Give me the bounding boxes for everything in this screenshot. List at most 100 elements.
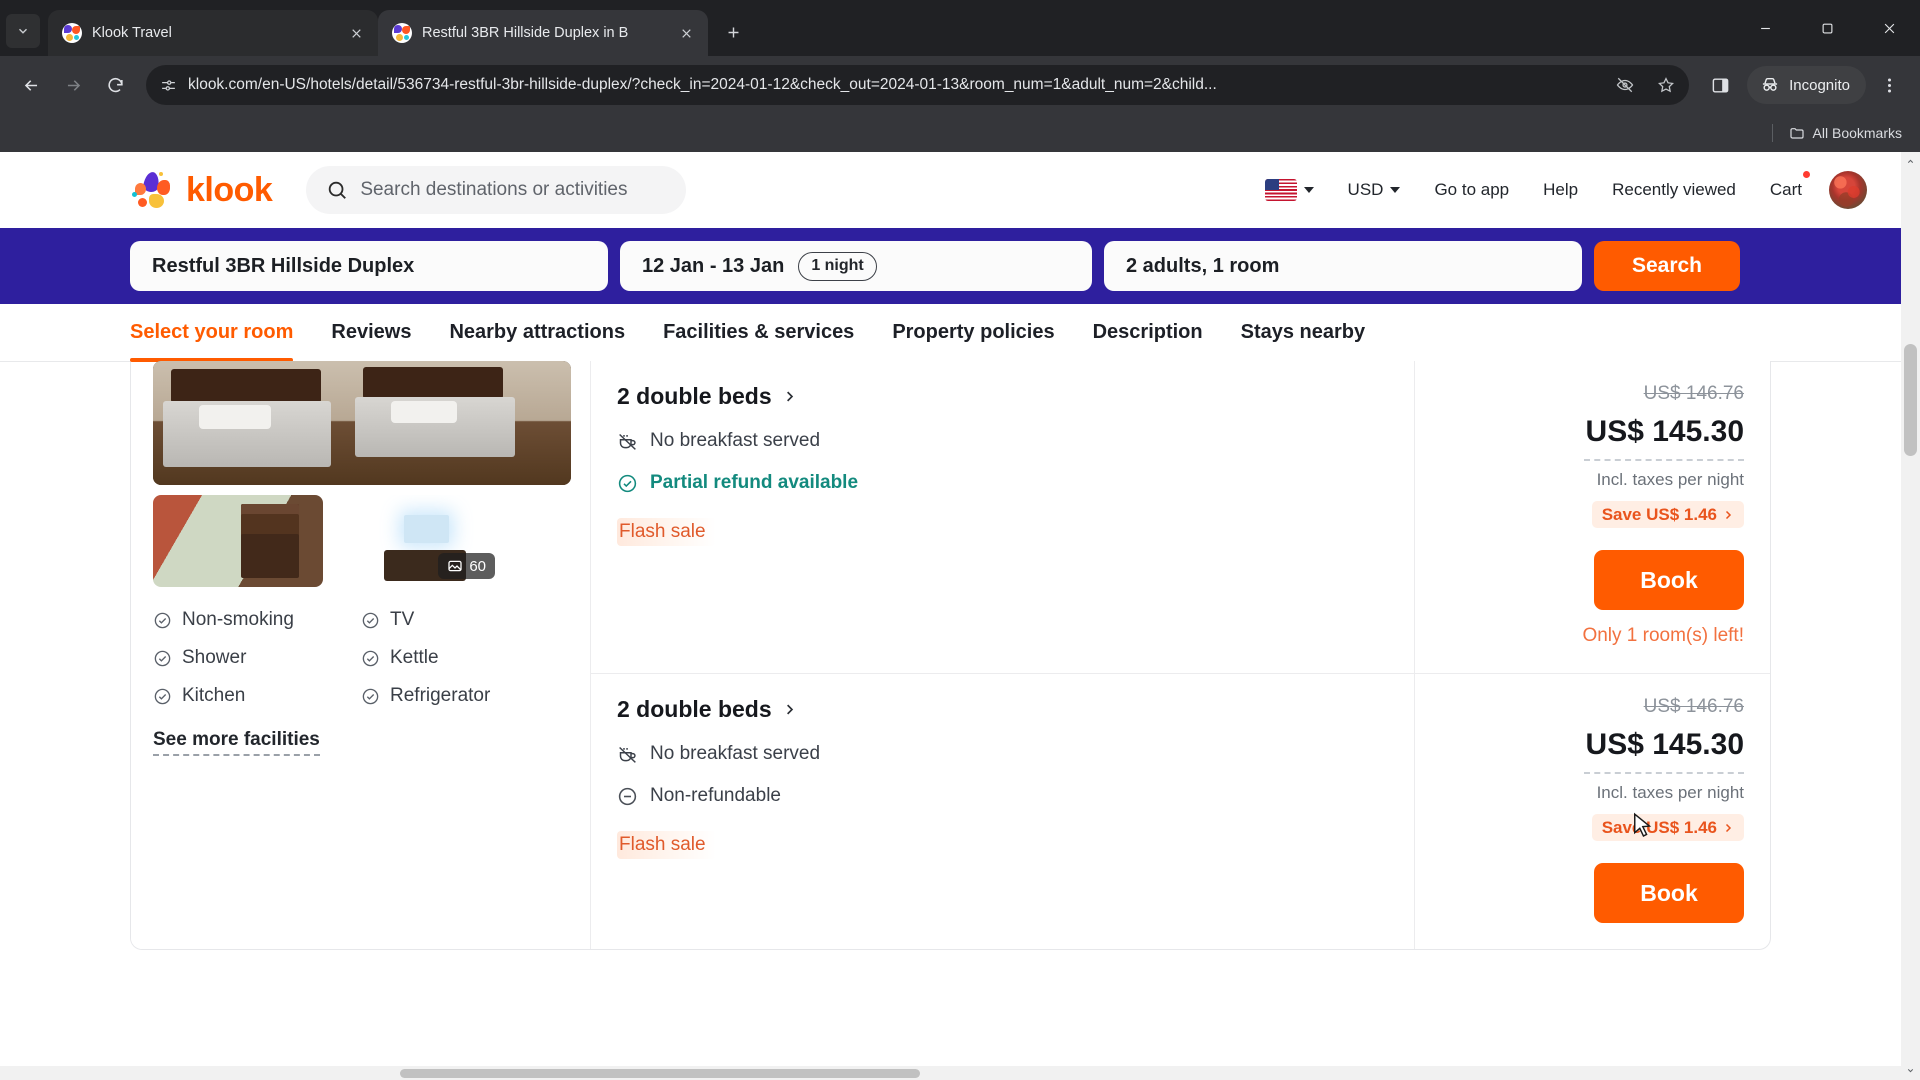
bedroom-photo bbox=[153, 361, 571, 485]
photo-icon bbox=[448, 560, 462, 572]
original-price: US$ 146.76 bbox=[1643, 383, 1744, 404]
all-bookmarks-button[interactable]: All Bookmarks bbox=[1789, 125, 1902, 141]
dates-input[interactable]: 12 Jan - 13 Jan 1 night bbox=[620, 241, 1092, 291]
go-to-app-link[interactable]: Go to app bbox=[1417, 180, 1526, 200]
save-label: Save US$ 1.46 bbox=[1601, 817, 1717, 837]
tab-reviews[interactable]: Reviews bbox=[312, 304, 430, 362]
room-card: 60 Non-smoking TV Shower Kettle Kitchen … bbox=[130, 361, 1771, 950]
window-controls bbox=[1734, 0, 1920, 56]
facility-non-smoking: Non-smoking bbox=[153, 609, 361, 631]
section-tabs: Select your room Reviews Nearby attracti… bbox=[0, 304, 1901, 362]
book-button[interactable]: Book bbox=[1594, 550, 1744, 610]
tab-search-button[interactable] bbox=[6, 14, 40, 48]
cart-link[interactable]: Cart bbox=[1753, 171, 1819, 200]
tab-title: Restful 3BR Hillside Duplex in B bbox=[422, 25, 629, 41]
check-circle-icon bbox=[618, 474, 637, 492]
address-bar[interactable]: klook.com/en-US/hotels/detail/536734-res… bbox=[146, 65, 1690, 105]
incognito-label: Incognito bbox=[1789, 76, 1850, 94]
bed-config-link[interactable]: 2 double beds bbox=[617, 696, 1388, 723]
facility-tv: TV bbox=[361, 609, 568, 631]
check-circle-icon bbox=[154, 688, 171, 704]
rate-details: 2 double beds No breakfast served bbox=[591, 361, 1414, 673]
book-button[interactable]: Book bbox=[1594, 863, 1744, 923]
url-text: klook.com/en-US/hotels/detail/536734-res… bbox=[188, 76, 1217, 93]
new-tab-button[interactable] bbox=[716, 15, 750, 49]
tab-stays-nearby[interactable]: Stays nearby bbox=[1222, 304, 1385, 362]
tab-facilities-services[interactable]: Facilities & services bbox=[644, 304, 873, 362]
refund-policy: Non-refundable bbox=[617, 785, 1388, 807]
tracking-protection-icon[interactable] bbox=[1610, 70, 1640, 100]
browser-tab-1[interactable]: Klook Travel bbox=[48, 10, 378, 56]
page-scrollbar-horizontal[interactable] bbox=[0, 1066, 1901, 1080]
minus-circle-icon bbox=[618, 787, 637, 805]
help-link[interactable]: Help bbox=[1526, 180, 1595, 200]
language-selector[interactable] bbox=[1248, 179, 1331, 201]
chevron-down-icon bbox=[1390, 187, 1401, 193]
breakfast-label: No breakfast served bbox=[650, 743, 821, 764]
scroll-down-icon[interactable] bbox=[1901, 1061, 1920, 1080]
tab-nearby-attractions[interactable]: Nearby attractions bbox=[430, 304, 644, 362]
nights-badge: 1 night bbox=[798, 251, 877, 281]
klook-logo-icon bbox=[130, 170, 176, 210]
back-icon[interactable] bbox=[12, 66, 50, 104]
forward-icon[interactable] bbox=[54, 66, 92, 104]
chevron-right-icon bbox=[786, 391, 793, 402]
divider bbox=[1584, 772, 1744, 774]
bed-config-link[interactable]: 2 double beds bbox=[617, 383, 1388, 410]
tab-property-policies[interactable]: Property policies bbox=[873, 304, 1073, 362]
scrollbar-thumb[interactable] bbox=[1904, 344, 1917, 456]
save-label: Save US$ 1.46 bbox=[1601, 504, 1717, 524]
rate-row: 2 double beds No breakfast served bbox=[591, 361, 1770, 674]
scroll-up-icon[interactable] bbox=[1901, 152, 1920, 171]
room-photo-thumb-1[interactable] bbox=[153, 495, 323, 587]
close-icon[interactable] bbox=[1858, 0, 1920, 56]
breakfast-info: No breakfast served bbox=[617, 430, 1388, 452]
bed-config-label: 2 double beds bbox=[617, 383, 772, 409]
browser-tab-2[interactable]: Restful 3BR Hillside Duplex in B bbox=[378, 10, 708, 56]
help-label: Help bbox=[1543, 180, 1579, 199]
facility-label: Refrigerator bbox=[390, 685, 491, 706]
avatar[interactable] bbox=[1829, 171, 1867, 209]
facility-label: Non-smoking bbox=[182, 609, 294, 630]
klook-logo[interactable]: klook bbox=[130, 170, 273, 210]
incognito-indicator[interactable]: Incognito bbox=[1747, 66, 1866, 104]
go-to-app-label: Go to app bbox=[1434, 180, 1510, 199]
tab-close-icon[interactable] bbox=[674, 21, 698, 45]
search-input[interactable]: Search destinations or activities bbox=[306, 166, 687, 214]
check-circle-icon bbox=[362, 650, 379, 666]
rate-pricing: US$ 146.76 US$ 145.30 Incl. taxes per ni… bbox=[1414, 361, 1770, 673]
see-more-facilities-link[interactable]: See more facilities bbox=[153, 729, 320, 756]
room-photo-thumb-2[interactable]: 60 bbox=[333, 495, 503, 587]
save-badge[interactable]: Save US$ 1.46 bbox=[1591, 814, 1744, 841]
currency-selector[interactable]: USD bbox=[1331, 180, 1418, 200]
rate-row: 2 double beds No breakfast served bbox=[591, 674, 1770, 949]
scrollbar-thumb[interactable] bbox=[400, 1069, 920, 1078]
room-photo-main[interactable] bbox=[153, 361, 571, 485]
tab-title: Klook Travel bbox=[92, 25, 172, 41]
current-price: US$ 145.30 bbox=[1585, 415, 1744, 448]
bookmark-star-icon[interactable] bbox=[1651, 70, 1681, 100]
page-scrollbar-vertical[interactable] bbox=[1901, 152, 1920, 1080]
side-panel-icon[interactable] bbox=[1701, 66, 1739, 104]
tab-close-icon[interactable] bbox=[344, 21, 368, 45]
maximize-icon[interactable] bbox=[1796, 0, 1858, 56]
all-bookmarks-label: All Bookmarks bbox=[1812, 125, 1902, 141]
tab-description[interactable]: Description bbox=[1074, 304, 1222, 362]
recently-viewed-link[interactable]: Recently viewed bbox=[1595, 180, 1753, 200]
reload-icon[interactable] bbox=[96, 66, 134, 104]
occupancy-input[interactable]: 2 adults, 1 room bbox=[1104, 241, 1582, 291]
site-settings-icon[interactable] bbox=[160, 77, 177, 94]
destination-input[interactable]: Restful 3BR Hillside Duplex bbox=[130, 241, 608, 291]
refund-label: Partial refund available bbox=[650, 472, 859, 493]
save-badge[interactable]: Save US$ 1.46 bbox=[1591, 501, 1744, 528]
current-price: US$ 145.30 bbox=[1585, 728, 1744, 761]
tab-select-your-room[interactable]: Select your room bbox=[130, 304, 312, 362]
minimize-icon[interactable] bbox=[1734, 0, 1796, 56]
photo-count-label: 60 bbox=[469, 557, 486, 575]
chrome-menu-icon[interactable] bbox=[1870, 66, 1908, 104]
photo-count-badge[interactable]: 60 bbox=[438, 553, 495, 579]
search-button[interactable]: Search bbox=[1594, 241, 1740, 291]
promo-badge: Flash sale bbox=[617, 831, 716, 859]
check-circle-icon bbox=[362, 688, 379, 704]
room-list: 60 Non-smoking TV Shower Kettle Kitchen … bbox=[0, 361, 1901, 950]
